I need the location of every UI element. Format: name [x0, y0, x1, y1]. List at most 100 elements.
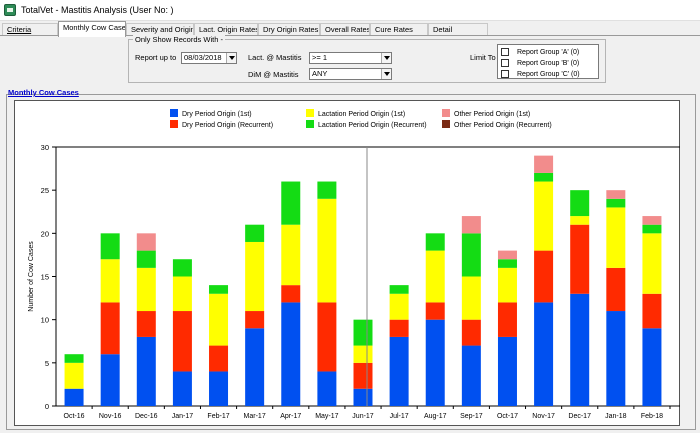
bar-segment	[606, 311, 626, 406]
x-tick-label: Apr-17	[280, 413, 301, 420]
bar-segment	[497, 250, 517, 260]
bar-segment	[425, 250, 445, 303]
bar-segment	[461, 319, 481, 346]
chart-bars	[64, 155, 662, 406]
bar-segment	[136, 233, 156, 251]
bar-segment	[461, 216, 481, 234]
bar-segment	[281, 224, 301, 286]
bar-segment	[606, 198, 626, 208]
x-tick-label: Jul-17	[390, 413, 409, 420]
bar-segment	[353, 345, 373, 363]
x-tick-label: Mar-17	[244, 413, 266, 420]
bar-segment	[317, 302, 337, 372]
legend-swatch	[442, 120, 450, 128]
bar-segment	[497, 302, 517, 337]
bar-segment	[136, 336, 156, 406]
bar-segment	[172, 311, 192, 372]
bar-segment	[497, 336, 517, 406]
bar-segment	[209, 293, 229, 346]
legend-swatch	[442, 109, 450, 117]
x-tick-label: Oct-16	[64, 413, 85, 420]
bar-segment	[64, 362, 84, 389]
bar-segment	[606, 207, 626, 268]
x-tick-label: Aug-17	[424, 413, 447, 420]
bar-segment	[317, 198, 337, 303]
y-tick-label: 30	[41, 143, 49, 152]
bar-segment	[172, 371, 192, 406]
x-tick-label: Nov-16	[99, 413, 122, 420]
legend-label: Lactation Period Origin (Recurrent)	[318, 122, 427, 129]
x-tick-label: Sep-17	[460, 413, 483, 420]
bar-segment	[389, 319, 409, 337]
bar-segment	[353, 388, 373, 406]
x-tick-label: Feb-18	[641, 413, 663, 420]
bar-segment	[642, 293, 662, 329]
bar-segment	[425, 302, 445, 320]
bar-segment	[642, 224, 662, 234]
bar-segment	[100, 233, 120, 260]
bar-segment	[245, 241, 265, 312]
bar-segment	[353, 319, 373, 346]
x-tick-label: May-17	[315, 413, 338, 420]
legend-label: Dry Period Origin (1st)	[182, 111, 252, 118]
bar-segment	[425, 233, 445, 251]
bar-segment	[317, 371, 337, 406]
bar-segment	[317, 181, 337, 199]
legend-swatch	[306, 109, 314, 117]
x-tick-label: Dec-17	[568, 413, 591, 420]
bar-segment	[209, 371, 229, 406]
legend-label: Lactation Period Origin (1st)	[318, 111, 405, 118]
chart-legend: Dry Period Origin (1st) Lactation Period …	[170, 109, 552, 129]
bar-segment	[534, 172, 554, 182]
y-tick-label: 25	[41, 186, 49, 195]
legend-label: Other Period Origin (Recurrent)	[454, 122, 552, 129]
bar-segment	[534, 250, 554, 303]
y-tick-label: 10	[41, 316, 49, 325]
bar-segment	[389, 285, 409, 294]
x-tick-label: Jan-18	[605, 413, 627, 420]
bar-segment	[461, 233, 481, 277]
bar-segment	[642, 233, 662, 294]
legend-swatch	[170, 120, 178, 128]
bar-segment	[425, 319, 445, 406]
bar-segment	[136, 250, 156, 268]
x-tick-label: Jun-17	[352, 413, 374, 420]
bar-segment	[570, 190, 590, 217]
bar-segment	[497, 259, 517, 268]
bar-segment	[281, 181, 301, 225]
bar-segment	[570, 293, 590, 406]
bar-segment	[172, 259, 192, 277]
bar-segment	[606, 267, 626, 312]
y-tick-label: 20	[41, 229, 49, 238]
bar-segment	[606, 190, 626, 199]
bar-segment	[497, 267, 517, 303]
bar-segment	[136, 311, 156, 337]
bar-segment	[245, 311, 265, 329]
bar-segment	[534, 302, 554, 406]
x-tick-label: Oct-17	[497, 413, 518, 420]
bar-segment	[642, 328, 662, 406]
bar-segment	[534, 155, 554, 173]
monthly-cow-cases-chart: Dry Period Origin (1st) Lactation Period …	[28, 109, 680, 420]
bar-segment	[389, 336, 409, 406]
bar-segment	[281, 302, 301, 406]
bar-segment	[461, 345, 481, 406]
bar-segment	[245, 224, 265, 242]
y-tick-label: 15	[41, 273, 49, 282]
legend-swatch	[170, 109, 178, 117]
x-tick-label: Jan-17	[172, 413, 194, 420]
bar-segment	[64, 354, 84, 363]
bar-segment	[534, 181, 554, 251]
bar-segment	[209, 345, 229, 372]
bar-segment	[570, 216, 590, 225]
bar-segment	[209, 285, 229, 294]
bar-segment	[461, 276, 481, 320]
legend-swatch	[306, 120, 314, 128]
tab-monthly-cow-cases[interactable]: Monthly Cow Cases	[58, 21, 126, 37]
legend-label: Dry Period Origin (Recurrent)	[182, 122, 273, 129]
bar-segment	[245, 328, 265, 406]
bar-segment	[353, 362, 373, 389]
bar-segment	[389, 293, 409, 320]
bar-segment	[64, 388, 84, 406]
bar-segment	[642, 216, 662, 225]
